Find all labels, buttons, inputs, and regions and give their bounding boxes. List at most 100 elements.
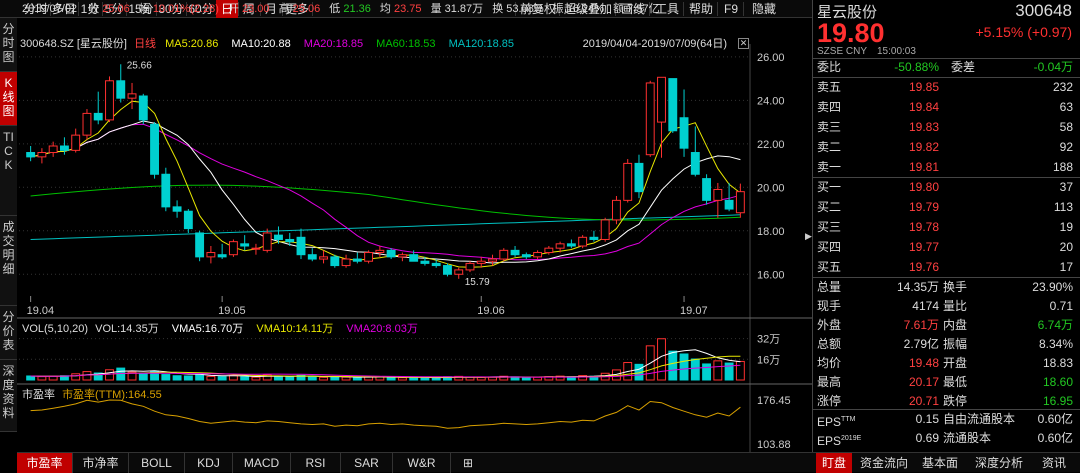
add-tab-icon[interactable]: ⊞ [459,453,477,473]
vtab-4[interactable]: 分价表 [0,306,17,360]
bid-row: 买二 19.79 113 [817,198,1079,217]
bid-price: 19.79 [908,200,939,214]
volume-bar [217,376,227,381]
candle-body [37,152,47,158]
volume-bar [172,375,182,381]
volume-bar [668,350,678,381]
candle-body [341,258,351,267]
candle-body [364,252,374,262]
volume-bar [307,376,317,381]
indicator-tab-7[interactable]: W&R [393,453,451,473]
panel-tab-0[interactable]: 盯盘 [816,453,852,473]
bid-price: 19.78 [908,220,939,234]
indicator-tab-4[interactable]: MACD [233,453,291,473]
last-price: 19.80 [817,18,885,48]
y-tick-label: 18.00 [757,226,785,238]
quote-time: 15:00:03 [877,46,916,57]
candle-body [386,249,396,258]
toolbar-right-4[interactable]: 帮助 [684,0,718,18]
panel-tab-1[interactable]: 资金流向 [856,453,912,473]
pe-tick-label: 103.88 [757,439,791,451]
quote-line: 2019/07/02 收 25.06 幅 10.01%(2.28) 开 23.0… [22,3,660,15]
volume-bar [240,376,250,381]
candle-body [702,178,712,201]
price-change: +5.15% (+0.97) [975,24,1072,40]
candle-body [690,152,700,175]
quote-amplitude: 16.24% [566,3,605,15]
candle-body [409,254,419,262]
candle-body [544,247,554,254]
candle-body [116,80,126,99]
candle-body [589,236,599,240]
stock-code: 300648 [1015,1,1072,20]
candle-body [330,256,340,267]
ask-volume: 188 [1052,160,1073,174]
volume-bar [386,376,396,381]
volume-bar [26,375,36,381]
candle-body [555,243,565,249]
bid-price: 19.77 [908,240,939,254]
stats-row: 现手 4174 量比 0.71 [817,299,1073,313]
stats-row: 外盘 7.61万 内盘 6.74万 [817,318,1073,332]
candle-body [735,191,745,214]
vtab-1[interactable]: K线图 [0,72,17,126]
indicator-tab-0[interactable]: 市盈率 [17,453,73,473]
candle-body [59,145,69,151]
collapse-arrow-icon[interactable]: ▶ [805,228,813,244]
quote-high: 25.06 [292,3,321,15]
quote-date: 2019/07/02 [22,3,78,15]
ask-row: 卖五 19.85 232 [817,78,1079,97]
volume-bar [105,369,114,381]
panel-tabs: 盯盘资金流向基本面深度分析资讯▸ [812,452,1080,473]
volume-bar [690,358,700,381]
toolbar-right-5[interactable]: F9 [718,0,744,18]
candle-body [183,210,193,230]
vol-tick-label: 16万 [757,354,780,366]
vtab-3[interactable]: 成交明细 [0,216,17,306]
x-tick-label: 19.07 [680,305,708,317]
volume-bar [138,372,148,381]
indicator-tab-1[interactable]: 市净率 [73,453,129,473]
candle-body [724,199,734,210]
indicator-tab-2[interactable]: BOLL [129,453,185,473]
volume-bar [319,376,328,381]
vtab-0[interactable]: 分时图 [0,18,17,72]
toolbar-right-6[interactable]: 隐藏 [744,0,784,18]
candle-body [612,199,621,221]
vol-tick-label: 32万 [757,334,780,346]
vtab-2[interactable]: TICK [0,126,17,216]
candle-body [138,95,148,121]
chart-area[interactable]: 26.00 24.00 22.00 20.00 18.00 16.00 19.04 19.05… [17,18,812,452]
panel-tab-2[interactable]: 基本面 [916,453,964,473]
indicator-tab-3[interactable]: KDJ [185,453,233,473]
bid-price: 19.76 [908,260,939,274]
quote-amp: 10.01%(2.28) [152,3,219,15]
candle-body [48,145,58,154]
ask-price: 19.84 [908,100,939,114]
quote-close: 25.06 [102,3,130,15]
candle-body [262,232,272,251]
ask-row: 卖四 19.84 63 [817,98,1079,117]
indicator-tab-5[interactable]: RSI [291,453,341,473]
candle-body [161,173,171,208]
candle-body [274,234,283,240]
vtab-5[interactable]: 深度资料 [0,360,17,432]
panel-tab-3[interactable]: 深度分析 [968,453,1030,473]
bid-volume: 20 [1059,240,1073,254]
volume-bar [735,360,745,381]
bid-price: 19.80 [908,180,939,194]
ma5-line [30,100,741,268]
indicator-tab-6[interactable]: SAR [341,453,393,473]
quote-vol: 31.87万 [444,3,484,15]
panel-tab-4[interactable]: 资讯 [1034,453,1074,473]
stats-row: 最高 20.17 最低 18.60 [817,375,1073,389]
candle-body [634,162,644,193]
volume-bar [341,376,351,381]
fundamental-row: EPS2019E 0.69 流通股本 0.60亿 [817,431,1073,448]
candle-body [251,247,261,250]
ask-volume: 92 [1059,140,1073,154]
candle-body [195,232,205,258]
volume-bar [82,371,92,381]
candle-body [533,252,543,258]
y-tick-label: 22.00 [757,139,785,151]
